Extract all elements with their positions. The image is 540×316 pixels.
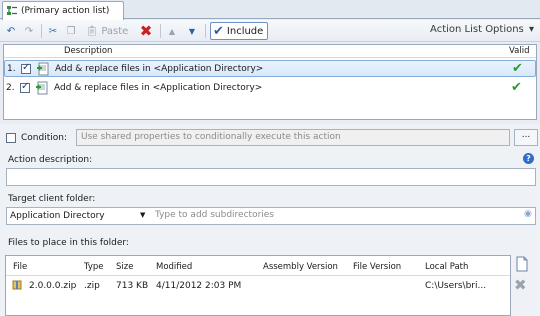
file-type: .zip [84,281,100,291]
add-files-icon [35,81,49,95]
action-row[interactable]: 1. Add & replace files in <Application D… [4,60,536,77]
move-down-icon[interactable]: ▼ [186,23,198,39]
files-grid: File Type Size Modified Assembly Version… [5,255,511,316]
condition-label: Condition: [21,133,67,143]
toolbar-separator [41,24,42,38]
col-modified: Modified [156,262,193,272]
action-row[interactable]: 2. Add & replace files in <Application D… [4,79,536,96]
files-label: Files to place in this folder: [8,238,129,248]
action-list-grid: Description Valid 1. Add & replace files… [3,44,537,120]
include-check-icon: ✔ [213,23,224,39]
col-file-version: File Version [353,262,402,272]
subfolder-icon[interactable]: ◉ [524,209,532,219]
valid-check-icon: ✔ [512,61,523,76]
row-number: 1. [7,63,16,74]
row-include-checkbox[interactable] [20,81,30,93]
zip-file-icon [12,280,22,290]
undo-icon[interactable]: ↶ [4,23,18,39]
move-up-icon[interactable]: ▲ [166,23,178,39]
tab-label: (Primary action list) [21,6,110,16]
action-list-icon [6,5,18,17]
row-include-checkbox[interactable] [21,62,31,74]
cut-icon[interactable]: ✂ [46,23,60,39]
grid-header: Description Valid [4,45,536,58]
add-files-icon [36,62,50,76]
row-number: 2. [6,82,15,93]
condition-browse-button[interactable]: ... [514,129,538,146]
col-valid: Valid [509,46,530,56]
condition-checkbox[interactable] [6,133,16,143]
target-folder-value: Application Directory [10,211,105,221]
col-assembly-version: Assembly Version [263,262,338,272]
file-modified: 4/11/2012 2:03 PM [156,281,242,291]
target-folder-label: Target client folder: [8,194,96,204]
col-type: Type [84,262,104,272]
paste-icon: 📋︎ [85,25,99,37]
row-description: Add & replace files in <Application Dire… [54,82,263,93]
target-folder-dropdown[interactable]: Application Directory ▼ [10,211,150,221]
redo-icon[interactable]: ↷ [22,23,36,39]
add-file-icon[interactable] [515,256,529,272]
condition-placeholder: Use shared properties to conditionally e… [81,132,341,142]
action-description-label: Action description: [8,155,93,165]
paste-button[interactable]: 📋︎ Paste [82,23,132,39]
toolbar-separator [160,24,161,38]
col-size: Size [116,262,134,272]
options-label: Action List Options [430,24,524,35]
browse-label: ... [521,130,531,140]
valid-check-icon: ✔ [511,80,522,95]
table-row[interactable]: 2.0.0.0.zip .zip 713 KB 4/11/2012 2:03 P… [6,277,510,293]
toolbar-separator [205,24,206,38]
toolbar: ↶ ↷ ✂ ❐ 📋︎ Paste ✖ ▲ ▼ ✔ Include Action … [0,20,540,42]
col-description: Description [64,46,113,56]
remove-file-icon[interactable]: ✖ [514,276,527,294]
col-file: File [13,262,28,272]
file-size: 713 KB [116,281,149,291]
header-divider [6,275,510,276]
include-button[interactable]: ✔ Include [210,22,269,40]
subdirectory-placeholder: Type to add subdirectories [155,210,274,220]
action-description-input[interactable] [6,168,536,186]
action-list-options-menu[interactable]: Action List Options ▾ [430,24,534,35]
copy-icon[interactable]: ❐ [64,23,78,39]
file-name: 2.0.0.0.zip [29,281,77,291]
chevron-down-icon: ▾ [528,24,534,35]
file-local-path: C:\Users\bri... [425,281,487,291]
col-local-path: Local Path [425,262,469,272]
tab-primary-action-list[interactable]: (Primary action list) [2,1,124,20]
paste-label: Paste [101,25,129,37]
subdirectory-input[interactable]: Type to add subdirectories [155,210,274,220]
include-label: Include [226,25,264,37]
chevron-down-icon: ▼ [140,211,146,219]
row-description: Add & replace files in <Application Dire… [55,63,264,74]
help-icon[interactable]: ? [523,153,534,164]
condition-input[interactable]: Use shared properties to conditionally e… [76,129,510,146]
delete-icon[interactable]: ✖ [139,22,153,40]
